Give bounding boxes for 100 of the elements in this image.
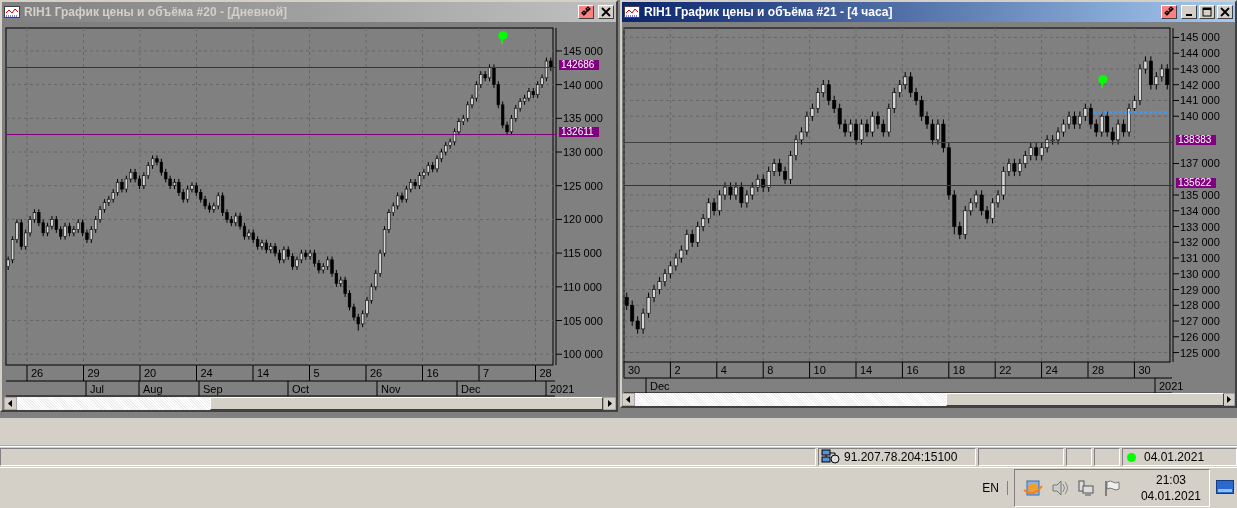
link-button[interactable] xyxy=(578,5,594,19)
month-label: 2021 xyxy=(1159,380,1184,392)
day-label: 30 xyxy=(628,364,641,376)
month-label: Sep xyxy=(203,383,223,395)
price-tag: 138383 xyxy=(1176,135,1216,145)
price-tag: 135622 xyxy=(1176,178,1216,188)
candlestick xyxy=(400,191,404,204)
horizontal-scrollbar[interactable] xyxy=(622,393,1235,406)
day-label: 10 xyxy=(813,364,826,376)
day-label: 24 xyxy=(1045,364,1058,376)
show-desktop-icon[interactable] xyxy=(1216,480,1234,496)
language-indicator[interactable]: EN xyxy=(982,481,1008,495)
price-label: 134 000 xyxy=(1180,204,1220,217)
price-label: 133 000 xyxy=(1180,220,1220,233)
price-label: 131 000 xyxy=(1180,252,1220,264)
price-label: 115 000 xyxy=(563,247,602,260)
clock-time: 21:03 xyxy=(1155,472,1186,488)
price-label: 110 000 xyxy=(563,280,602,293)
chart-icon xyxy=(624,6,640,18)
close-icon xyxy=(601,7,611,17)
month-label: 2021 xyxy=(550,383,575,395)
price-tag: 132611 xyxy=(559,127,599,137)
month-label: Nov xyxy=(381,383,401,395)
scroll-right-button[interactable] xyxy=(603,397,616,410)
month-label: Jul xyxy=(90,383,105,395)
price-label: 128 000 xyxy=(1180,299,1220,312)
price-label: 140 000 xyxy=(1180,110,1220,123)
clock-date: 04.01.2021 xyxy=(1140,488,1201,504)
price-label: 144 000 xyxy=(1180,47,1220,60)
price-label: 125 000 xyxy=(563,179,603,192)
candlestick xyxy=(308,249,312,261)
price-label: 141 000 xyxy=(1180,94,1220,107)
candlestick xyxy=(247,229,251,241)
window-title: RIH1 График цены и объёма #20 - [Дневной] xyxy=(24,5,288,19)
day-label: 26 xyxy=(370,367,383,379)
close-button[interactable] xyxy=(598,5,614,19)
candlestick xyxy=(50,215,54,231)
status-cell xyxy=(1066,448,1092,466)
month-label: Dec xyxy=(650,380,670,392)
status-date: 04.01.2021 xyxy=(1144,450,1205,464)
price-label: 135 000 xyxy=(1180,189,1220,201)
price-label: 100 000 xyxy=(563,348,603,361)
day-label: 20 xyxy=(144,367,157,379)
network-icon xyxy=(821,449,841,465)
scroll-left-button[interactable] xyxy=(4,397,17,410)
horizontal-scrollbar[interactable] xyxy=(4,397,616,410)
candlestick xyxy=(260,239,264,251)
day-label: 14 xyxy=(257,367,270,379)
close-button[interactable] xyxy=(1217,5,1233,19)
price-label: 142 000 xyxy=(1180,78,1220,91)
status-cell xyxy=(1094,448,1120,466)
day-label: 24 xyxy=(200,367,213,379)
price-label: 145 000 xyxy=(1180,31,1220,44)
volume-icon[interactable] xyxy=(1050,479,1069,497)
day-label: 28 xyxy=(539,367,552,379)
day-label: 5 xyxy=(313,367,320,379)
clock[interactable]: 21:03 04.01.2021 xyxy=(1140,472,1201,504)
link-button[interactable] xyxy=(1161,5,1177,19)
day-label: 30 xyxy=(1138,364,1151,376)
price-label: 130 000 xyxy=(563,146,603,158)
price-label: 129 000 xyxy=(1180,283,1220,296)
price-label: 126 000 xyxy=(1180,330,1220,343)
chart-icon xyxy=(4,6,20,18)
price-label: 135 000 xyxy=(563,112,603,125)
maximize-icon xyxy=(1202,7,1212,17)
month-label: Oct xyxy=(292,383,310,395)
close-icon xyxy=(1220,7,1230,17)
price-label: 105 000 xyxy=(563,314,603,327)
month-label: Dec xyxy=(461,383,481,395)
price-label: 130 000 xyxy=(1180,267,1220,280)
network-icon[interactable] xyxy=(1076,479,1095,497)
flag-icon[interactable] xyxy=(1102,479,1121,497)
server-address: 91.207.78.204:15100 xyxy=(844,450,958,464)
price-label: 127 000 xyxy=(1180,315,1220,328)
link-icon xyxy=(1163,6,1175,18)
day-label: 14 xyxy=(860,364,873,376)
minimize-icon xyxy=(1186,14,1192,16)
price-label: 132 000 xyxy=(1180,236,1220,249)
day-label: 26 xyxy=(31,367,44,379)
price-tag: 142686 xyxy=(559,60,599,70)
price-label: 140 000 xyxy=(563,78,603,91)
minimize-button[interactable] xyxy=(1181,5,1197,19)
month-label: Aug xyxy=(143,383,163,395)
window-title: RIH1 График цены и объёма #21 - [4 часа] xyxy=(644,5,893,19)
maximize-button[interactable] xyxy=(1199,5,1215,19)
candlestick xyxy=(295,255,299,271)
day-label: 7 xyxy=(483,367,490,379)
day-label: 2 xyxy=(674,364,681,376)
day-label: 18 xyxy=(952,364,966,376)
day-label: 29 xyxy=(87,367,100,379)
price-label: 125 000 xyxy=(1180,346,1220,359)
day-label: 8 xyxy=(767,364,774,376)
price-label: 145 000 xyxy=(563,44,603,57)
day-label: 22 xyxy=(999,364,1012,376)
day-label: 16 xyxy=(426,367,439,379)
scroll-left-button[interactable] xyxy=(622,393,635,406)
day-label: 16 xyxy=(906,364,919,376)
price-label: 143 000 xyxy=(1180,62,1220,75)
day-label: 28 xyxy=(1092,364,1105,376)
link-icon xyxy=(580,6,592,18)
